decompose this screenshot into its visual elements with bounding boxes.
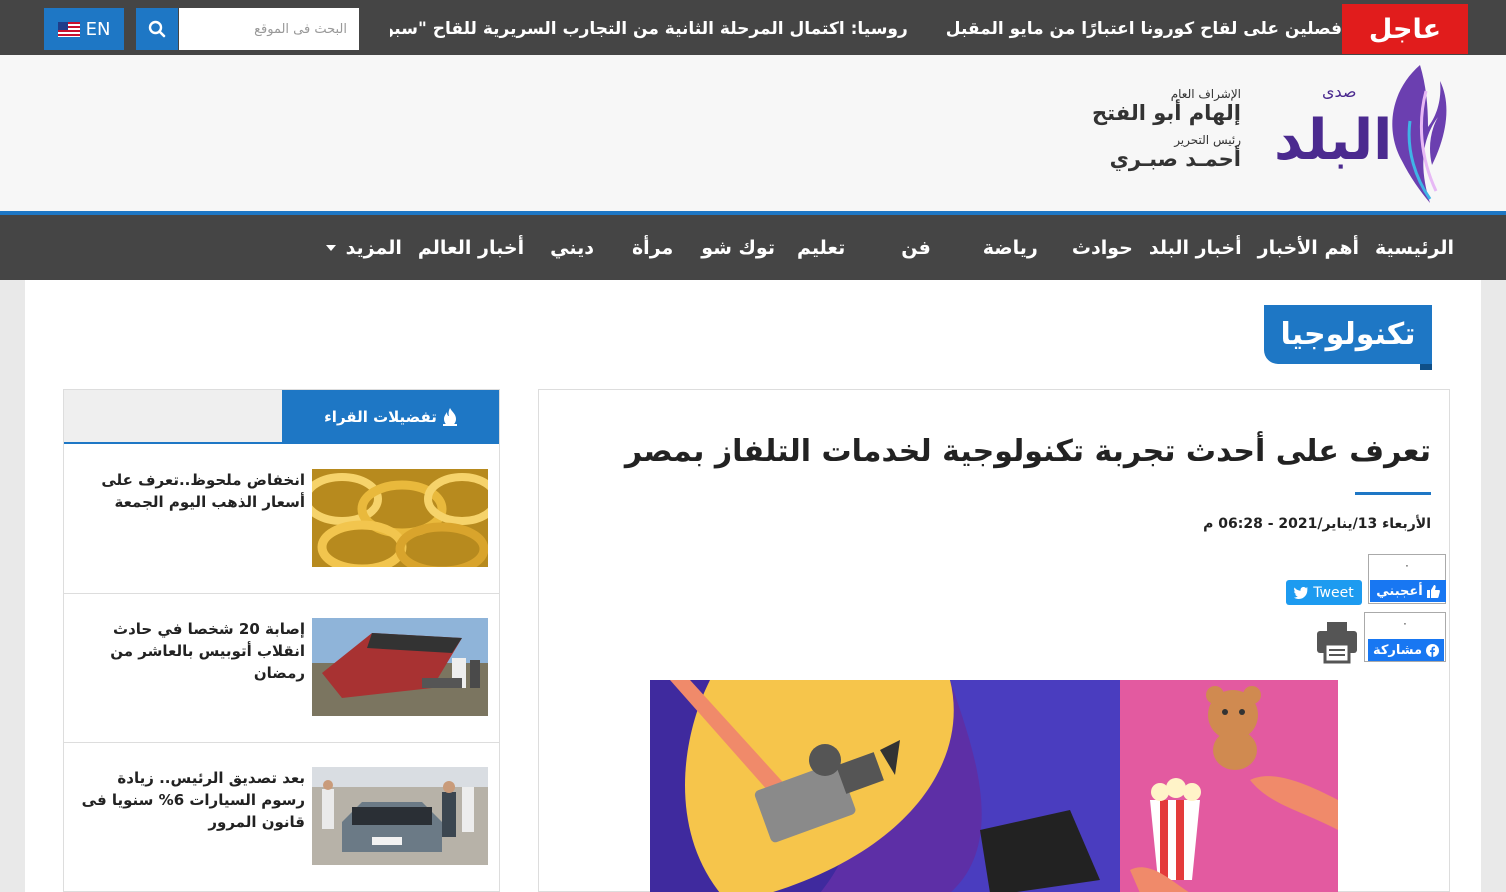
tab-readers-choice-label: تفضيلات القراء <box>324 408 437 426</box>
article-headline: تعرف على أحدث تجربة تكنولوجية لخدمات الت… <box>624 434 1431 469</box>
news-thumbnail <box>312 618 488 716</box>
section-label[interactable]: تكنولوجيا <box>1264 305 1432 370</box>
sidebar-list: انخفاض ملحوظ..تعرف على أسعار الذهب اليوم… <box>64 445 499 892</box>
nav-item-accidents[interactable]: حوادث <box>1046 237 1141 259</box>
nav-item-talk-show[interactable]: توك شو <box>693 237 789 259</box>
news-title[interactable]: إصابة 20 شخصا في حادث انقلاب أتوبيس بالع… <box>75 618 305 684</box>
like-button[interactable]: أعجبني <box>1370 580 1446 602</box>
search-icon <box>148 20 166 38</box>
editorial-credits: الإشراف العام إلهام أبو الفتح رئيس التحر… <box>1092 87 1241 179</box>
section-label-text: تكنولوجيا <box>1280 317 1416 352</box>
tweet-button[interactable]: Tweet <box>1286 580 1362 605</box>
news-thumbnail <box>312 469 488 567</box>
caret-down-icon <box>325 244 336 251</box>
flame-icon <box>442 408 457 426</box>
nav-item-sports[interactable]: رياضة <box>939 237 1046 259</box>
credit-name: أحمـد صبـري <box>1109 147 1241 171</box>
urgent-label: عاجل <box>1342 4 1468 54</box>
logo-big-text: البلد <box>1274 108 1392 173</box>
news-title[interactable]: بعد تصديق الرئيس.. زيادة رسوم السيارات 6… <box>75 767 305 833</box>
ticker-item[interactable]: فصلين على لقاح كورونا اعتبارًا من مايو ا… <box>946 19 1342 39</box>
nav-item-home[interactable]: الرئيسية <box>1367 237 1462 259</box>
nav-item-world-news[interactable]: أخبار العالم <box>410 237 532 259</box>
main-nav: الرئيسية أهم الأخبار أخبار البلد حوادث ر… <box>318 215 1462 280</box>
facebook-share-button[interactable]: مشاركة <box>1368 639 1444 661</box>
tweet-label: Tweet <box>1313 584 1354 601</box>
search-button[interactable] <box>136 8 178 50</box>
list-item[interactable]: بعد تصديق الرئيس.. زيادة رسوم السيارات 6… <box>64 743 499 892</box>
tab-readers-choice[interactable]: تفضيلات القراء <box>282 390 499 444</box>
like-widget: ٠ أعجبني <box>1368 554 1446 604</box>
thumbs-up-icon <box>1426 584 1440 598</box>
logo-small-text: صدى <box>1322 82 1357 101</box>
main-nav-bar: الرئيسية أهم الأخبار أخبار البلد حوادث ر… <box>0 211 1506 280</box>
credit-role: الإشراف العام <box>1170 87 1241 101</box>
share-label: مشاركة <box>1372 642 1423 658</box>
nav-item-top-news[interactable]: أهم الأخبار <box>1250 237 1367 259</box>
twitter-bird-icon <box>1294 586 1309 599</box>
like-count: ٠ <box>1404 559 1410 572</box>
printer-icon[interactable] <box>1316 620 1358 664</box>
credit-name: إلهام أبو الفتح <box>1092 101 1241 125</box>
nav-item-more[interactable]: المزيد <box>318 237 410 259</box>
credit-role: رئيس التحرير <box>1174 133 1241 147</box>
site-logo[interactable]: صدى البلد <box>1270 61 1470 207</box>
site-header: صدى البلد الإشراف العام إلهام أبو الفتح … <box>0 55 1506 211</box>
list-item[interactable]: إصابة 20 شخصا في حادث انقلاب أتوبيس بالع… <box>64 594 499 743</box>
sidebar-tabs: تفضيلات القراء <box>64 390 499 444</box>
ticker-item[interactable]: روسيا: اكتمال المرحلة الثانية من التجارب… <box>390 19 908 39</box>
article-card: تعرف على أحدث تجربة تكنولوجية لخدمات الت… <box>538 389 1450 892</box>
article-hero-image <box>650 680 1338 892</box>
article-date: الأربعاء 13/يناير/2021 - 06:28 م <box>1203 516 1431 532</box>
share-widget: ٠ مشاركة <box>1364 612 1446 662</box>
top-bar: عاجل فصلين على لقاح كورونا اعتبارًا من م… <box>0 0 1506 55</box>
nav-item-local-news[interactable]: أخبار البلد <box>1141 237 1250 259</box>
news-ticker[interactable]: فصلين على لقاح كورونا اعتبارًا من مايو ا… <box>390 4 1342 54</box>
news-title[interactable]: انخفاض ملحوظ..تعرف على أسعار الذهب اليوم… <box>75 469 305 513</box>
nav-item-religion[interactable]: ديني <box>532 237 602 259</box>
share-count: ٠ <box>1402 617 1408 630</box>
nav-more-label: المزيد <box>345 236 402 259</box>
like-label: أعجبني <box>1376 583 1423 599</box>
list-item[interactable]: انخفاض ملحوظ..تعرف على أسعار الذهب اليوم… <box>64 445 499 594</box>
search-input[interactable] <box>179 8 359 50</box>
nav-item-education[interactable]: تعليم <box>789 237 871 259</box>
facebook-icon <box>1426 643 1440 657</box>
language-button[interactable]: EN <box>44 8 124 50</box>
us-flag-icon <box>57 21 80 37</box>
headline-underline <box>1355 492 1431 495</box>
readers-choice-sidebar: تفضيلات القراء انخفاض ملحوظ..تعرف على أس… <box>63 389 500 892</box>
news-thumbnail <box>312 767 488 865</box>
nav-item-art[interactable]: فن <box>871 237 939 259</box>
language-label: EN <box>85 18 111 40</box>
nav-item-women[interactable]: مرأة <box>602 237 693 259</box>
